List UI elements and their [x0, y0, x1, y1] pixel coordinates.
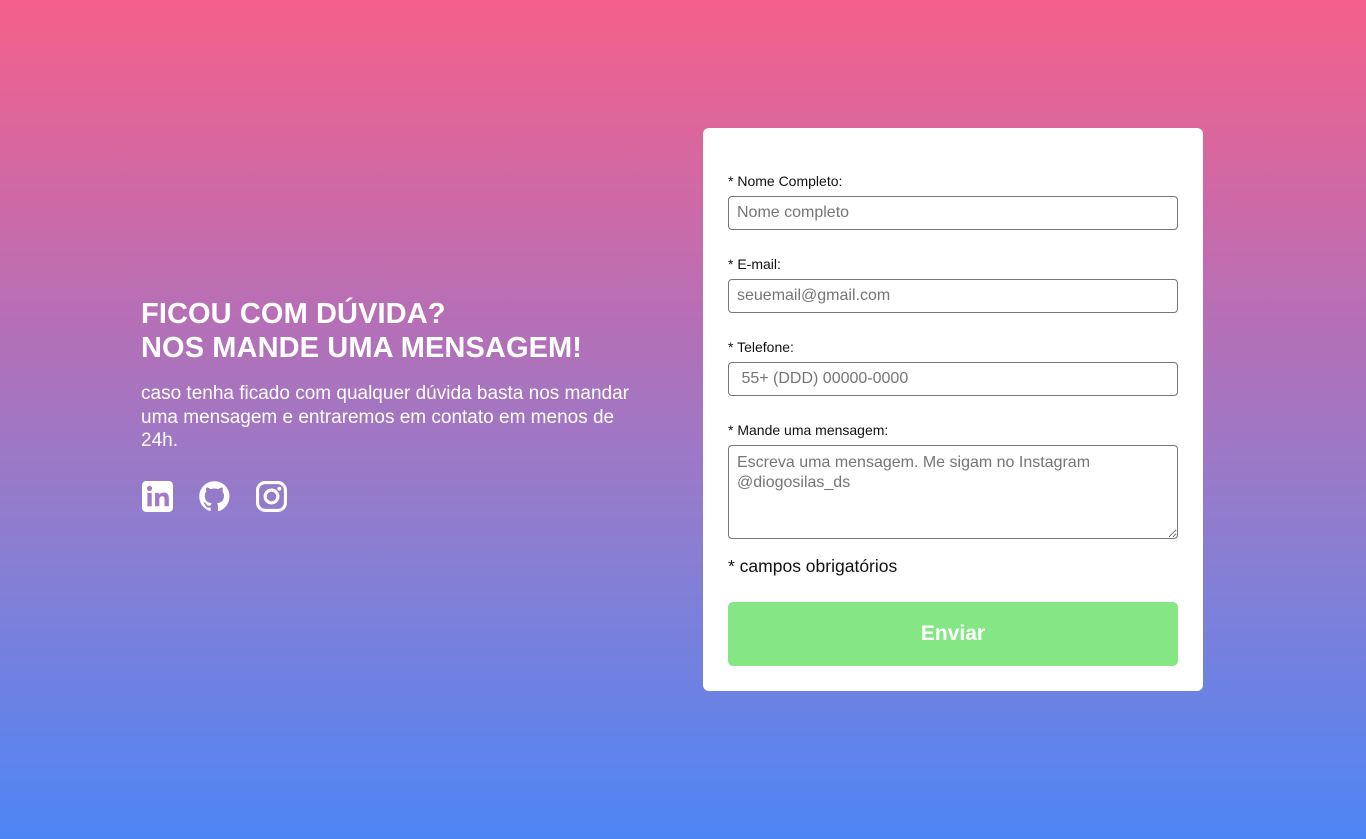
heading-line-1: FICOU COM DÚVIDA? — [141, 298, 446, 330]
heading-line-2: NOS MANDE UMA MENSAGEM! — [141, 332, 583, 364]
intro-description: caso tenha ficado com qualquer dúvida ba… — [141, 383, 629, 451]
name-input[interactable] — [728, 196, 1178, 230]
phone-input[interactable] — [728, 362, 1178, 396]
email-input[interactable] — [728, 279, 1178, 313]
page-heading: FICOU COM DÚVIDA? NOS MANDE UMA MENSAGEM… — [141, 297, 641, 365]
required-fields-note: * campos obrigatórios — [728, 556, 898, 576]
email-label: * E-mail: — [728, 256, 781, 272]
name-field-group: * Nome Completo: — [728, 173, 1178, 230]
message-field-group: * Mande uma mensagem: — [728, 422, 1178, 539]
message-textarea[interactable] — [728, 445, 1178, 539]
send-button[interactable]: Enviar — [728, 602, 1178, 666]
phone-label: * Telefone: — [728, 339, 794, 355]
instagram-icon[interactable] — [255, 480, 288, 513]
email-field-group: * E-mail: — [728, 256, 1178, 313]
phone-field-group: * Telefone: — [728, 339, 1178, 396]
contact-form: * Nome Completo: * E-mail: * Telefone: *… — [703, 128, 1203, 691]
github-icon[interactable] — [198, 480, 231, 513]
contact-intro: FICOU COM DÚVIDA? NOS MANDE UMA MENSAGEM… — [141, 297, 641, 513]
name-label: * Nome Completo: — [728, 173, 843, 189]
message-label: * Mande uma mensagem: — [728, 422, 889, 438]
linkedin-icon[interactable] — [141, 480, 174, 513]
social-links — [141, 480, 641, 513]
